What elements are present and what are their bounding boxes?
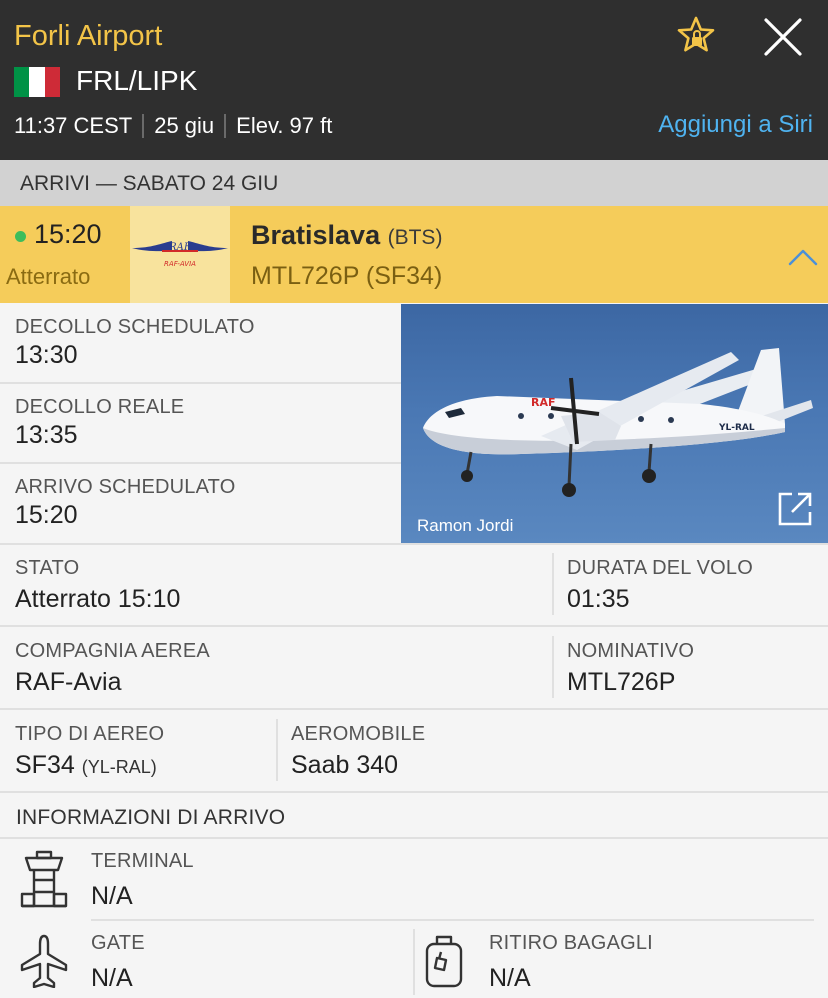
svg-text:RAF: RAF — [168, 242, 192, 253]
close-button[interactable] — [760, 14, 806, 60]
arrival-info-title: INFORMAZIONI DI ARRIVO — [16, 806, 286, 829]
airport-code: FRL/LIPK — [76, 65, 198, 96]
actual-departure-value: 13:35 — [15, 421, 78, 449]
duration-label: DURATA DEL VOLO — [567, 557, 754, 579]
raf-avia-logo-icon: RAF RAF-AVIA — [132, 241, 228, 268]
airline-logo: RAF RAF-AVIA — [130, 206, 230, 303]
elevation: Elev. 97 ft — [236, 113, 333, 138]
airport-meta: 11:37 CEST 25 giu Elev. 97 ft — [14, 113, 332, 139]
status-value: Atterrato 15:10 — [15, 585, 181, 613]
photo-credit: Ramon Jordi — [417, 516, 514, 535]
aircraft-image: RAF YL-RAL — [423, 348, 813, 497]
flag-stripe-white — [29, 67, 45, 97]
destination-code: (BTS) — [387, 226, 443, 249]
airline-value: RAF-Avia — [15, 668, 122, 696]
aircraft-registration: (YL-RAL) — [81, 757, 157, 777]
aircraft-type-code: SF34 — [15, 751, 75, 779]
luggage-icon — [425, 935, 463, 988]
close-icon — [764, 18, 802, 56]
flight-time: 15:20 — [34, 219, 102, 249]
baggage-label: RITIRO BAGAGLI — [489, 932, 653, 954]
sched-departure-label: DECOLLO SCHEDULATO — [15, 316, 255, 338]
flight-row[interactable]: 15:20 Atterrato RAF RAF-AVIA Bratislava … — [0, 206, 828, 303]
divider — [0, 625, 828, 627]
callsign-value: MTL726P — [567, 668, 676, 696]
country-flag-icon — [14, 67, 60, 97]
divider — [0, 462, 401, 464]
gate-value: N/A — [91, 964, 133, 992]
divider — [0, 543, 828, 545]
flight-time-box: 15:20 Atterrato — [0, 206, 130, 303]
divider — [552, 553, 554, 615]
flag-stripe-green — [14, 67, 30, 97]
aircraft-value: Saab 340 — [291, 751, 399, 779]
livery-text: RAF — [531, 396, 556, 409]
divider — [413, 929, 415, 995]
baggage-value: N/A — [489, 964, 531, 992]
aircraft-type-value: SF34 (YL-RAL) — [15, 751, 157, 780]
flight-status: Atterrato — [6, 264, 91, 289]
gate-label: GATE — [91, 932, 145, 954]
section-title: ARRIVI — SABATO 24 GIU — [20, 172, 279, 195]
flag-stripe-red — [44, 67, 60, 97]
local-time: 11:37 CEST — [14, 113, 133, 138]
destination-city: Bratislava — [251, 220, 381, 250]
divider — [91, 919, 814, 921]
duration-value: 01:35 — [567, 585, 630, 613]
airport-name: Forli Airport — [14, 20, 163, 52]
actual-departure-label: DECOLLO REALE — [15, 396, 185, 418]
sched-arrival-value: 15:20 — [15, 501, 78, 529]
airport-header: Forli Airport FRL/LIPK 11:37 CEST 25 giu… — [0, 0, 828, 160]
tail-registration: YL-RAL — [718, 423, 755, 433]
add-to-siri-link[interactable]: Aggiungi a Siri — [658, 111, 813, 139]
control-tower-icon — [20, 850, 68, 908]
favorite-button[interactable] — [674, 14, 718, 58]
terminal-label: TERMINAL — [91, 850, 194, 872]
airline-logo-text: RAF-AVIA — [164, 260, 196, 268]
divider — [142, 114, 145, 138]
airplane-gate-icon — [20, 934, 68, 988]
open-external-icon[interactable] — [776, 490, 814, 528]
divider — [0, 382, 401, 384]
local-date: 25 giu — [154, 113, 215, 138]
divider — [0, 708, 828, 710]
divider — [224, 114, 227, 138]
aircraft-photo[interactable]: RAF YL-RAL Ramon Jordi — [401, 304, 828, 544]
sched-arrival-label: ARRIVO SCHEDULATO — [15, 476, 236, 498]
arrivals-section-header: ARRIVI — SABATO 24 GIU — [0, 160, 828, 206]
callsign-label: NOMINATIVO — [567, 640, 695, 662]
divider — [276, 719, 278, 781]
sched-departure-value: 13:30 — [15, 341, 78, 369]
chevron-up-icon[interactable] — [788, 248, 818, 266]
star-lock-icon — [677, 16, 715, 52]
divider — [0, 791, 828, 793]
aircraft-label: AEROMOBILE — [291, 723, 426, 745]
flight-destination: Bratislava (BTS) — [251, 220, 442, 251]
divider — [0, 837, 828, 839]
divider — [552, 636, 554, 698]
aircraft-type-label: TIPO DI AEREO — [15, 723, 165, 745]
status-label: STATO — [15, 557, 80, 579]
airline-label: COMPAGNIA AEREA — [15, 640, 210, 662]
terminal-value: N/A — [91, 882, 133, 910]
status-dot-icon — [15, 231, 26, 242]
flight-number: MTL726P (SF34) — [251, 262, 443, 290]
